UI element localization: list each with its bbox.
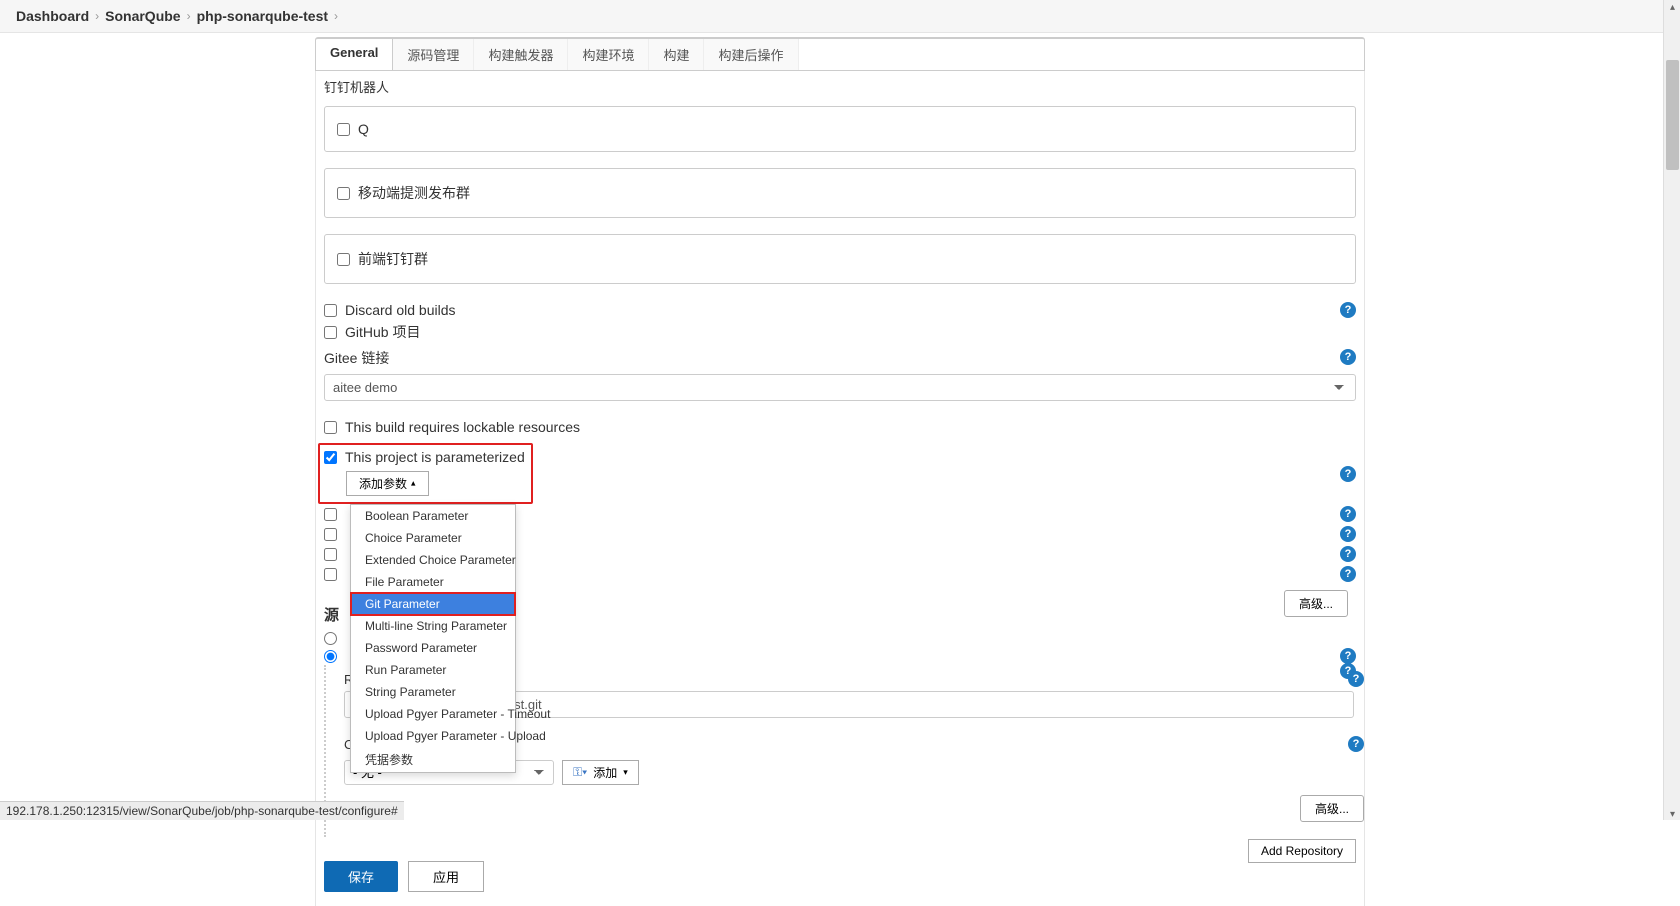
crumb-job[interactable]: php-sonarqube-test xyxy=(197,8,328,24)
apply-button[interactable]: 应用 xyxy=(408,861,484,892)
menu-pgyer-upload[interactable]: Upload Pgyer Parameter - Upload xyxy=(351,725,515,747)
hidden-checkbox-3[interactable] xyxy=(324,548,337,561)
menu-credential-parameter[interactable]: 凭据参数 xyxy=(351,747,515,772)
scm-radio-none[interactable] xyxy=(324,632,337,645)
help-icon[interactable]: ? xyxy=(1340,648,1356,664)
help-icon[interactable]: ? xyxy=(1340,566,1356,582)
scroll-thumb[interactable] xyxy=(1666,60,1679,170)
tab-env[interactable]: 构建环境 xyxy=(568,39,649,70)
add-parameter-label: 添加参数 xyxy=(359,475,407,492)
chevron-right-icon: › xyxy=(95,9,99,23)
discard-old-builds-checkbox[interactable] xyxy=(324,304,337,317)
help-icon[interactable]: ? xyxy=(1340,302,1356,318)
menu-password-parameter[interactable]: Password Parameter xyxy=(351,637,515,659)
gitee-link-label: Gitee 链接 xyxy=(324,348,389,368)
discard-old-builds-label: Discard old builds xyxy=(345,302,456,318)
robot-label: 前端钉钉群 xyxy=(358,249,428,269)
scrollbar-vertical[interactable]: ▴ ▾ xyxy=(1663,0,1680,820)
github-project-checkbox[interactable] xyxy=(324,326,337,339)
scroll-up-icon[interactable]: ▴ xyxy=(1668,2,1677,11)
parameterized-label: This project is parameterized xyxy=(345,449,525,465)
robot-label: 移动端提测发布群 xyxy=(358,183,470,203)
menu-git-parameter[interactable]: Git Parameter xyxy=(351,593,515,615)
breadcrumb: Dashboard › SonarQube › php-sonarqube-te… xyxy=(0,0,1680,33)
menu-pgyer-timeout[interactable]: Upload Pgyer Parameter - Timeout xyxy=(351,703,515,725)
crumb-dashboard[interactable]: Dashboard xyxy=(16,8,89,24)
robot-checkbox-mobile[interactable] xyxy=(337,187,350,200)
help-icon[interactable]: ? xyxy=(1348,671,1364,687)
dingtalk-heading: 钉钉机器人 xyxy=(316,71,1364,102)
menu-multiline-string-parameter[interactable]: Multi-line String Parameter xyxy=(351,615,515,637)
help-icon[interactable]: ? xyxy=(1340,526,1356,542)
menu-choice-parameter[interactable]: Choice Parameter xyxy=(351,527,515,549)
add-credentials-label: 添加 xyxy=(593,764,617,781)
hidden-checkbox-2[interactable] xyxy=(324,528,337,541)
gitee-link-select[interactable]: aitee demo xyxy=(324,374,1356,401)
robot-label: Q xyxy=(358,121,369,137)
add-credentials-button[interactable]: ⚿▾ 添加 ▾ xyxy=(562,760,639,785)
parameter-type-menu: Boolean Parameter Choice Parameter Exten… xyxy=(350,504,516,773)
key-icon: ⚿▾ xyxy=(573,765,587,780)
scm-radio-git[interactable] xyxy=(324,650,337,663)
scroll-down-icon[interactable]: ▾ xyxy=(1668,809,1677,818)
menu-file-parameter[interactable]: File Parameter xyxy=(351,571,515,593)
menu-boolean-parameter[interactable]: Boolean Parameter xyxy=(351,505,515,527)
tab-build[interactable]: 构建 xyxy=(649,39,704,70)
help-icon[interactable]: ? xyxy=(1340,506,1356,522)
parameterized-checkbox[interactable] xyxy=(324,451,337,464)
chevron-right-icon: › xyxy=(187,9,191,23)
lockable-label: This build requires lockable resources xyxy=(345,419,580,435)
help-icon[interactable]: ? xyxy=(1340,466,1356,482)
robot-checkbox-q[interactable] xyxy=(337,123,350,136)
advanced-button[interactable]: 高级... xyxy=(1284,590,1348,617)
robot-row-q[interactable]: Q xyxy=(324,106,1356,152)
robot-row-mobile[interactable]: 移动端提测发布群 xyxy=(324,168,1356,218)
tab-postbuild[interactable]: 构建后操作 xyxy=(704,39,798,70)
hidden-checkbox-1[interactable] xyxy=(324,508,337,521)
caret-down-icon: ▾ xyxy=(623,767,628,778)
add-parameter-button[interactable]: 添加参数 ▾ xyxy=(346,471,429,496)
tab-triggers[interactable]: 构建触发器 xyxy=(474,39,568,70)
robot-checkbox-frontend[interactable] xyxy=(337,253,350,266)
lockable-checkbox[interactable] xyxy=(324,421,337,434)
save-button[interactable]: 保存 xyxy=(324,861,398,892)
tab-scm[interactable]: 源码管理 xyxy=(393,39,474,70)
parameterized-highlight: This project is parameterized 添加参数 ▾ xyxy=(318,443,533,504)
menu-extended-choice-parameter[interactable]: Extended Choice Parameter xyxy=(351,549,515,571)
help-icon[interactable]: ? xyxy=(1340,546,1356,562)
add-repository-button[interactable]: Add Repository xyxy=(1248,839,1356,863)
form-area: 钉钉机器人 Q 移动端提测发布群 前端钉钉群 Discard old build… xyxy=(315,71,1365,906)
help-icon[interactable]: ? xyxy=(1340,349,1356,365)
help-icon[interactable]: ? xyxy=(1348,736,1364,752)
robot-row-frontend[interactable]: 前端钉钉群 xyxy=(324,234,1356,284)
tab-general[interactable]: General xyxy=(316,39,393,70)
menu-run-parameter[interactable]: Run Parameter xyxy=(351,659,515,681)
status-bar: 192.178.1.250:12315/view/SonarQube/job/p… xyxy=(0,801,404,820)
advanced-repo-button[interactable]: 高级... xyxy=(1300,795,1364,822)
crumb-sonarqube[interactable]: SonarQube xyxy=(105,8,180,24)
config-tabs: General 源码管理 构建触发器 构建环境 构建 构建后操作 xyxy=(315,37,1365,71)
chevron-right-icon: › xyxy=(334,9,338,23)
menu-string-parameter[interactable]: String Parameter xyxy=(351,681,515,703)
caret-up-icon: ▾ xyxy=(411,478,416,489)
github-project-label: GitHub 项目 xyxy=(345,322,420,342)
hidden-checkbox-4[interactable] xyxy=(324,568,337,581)
